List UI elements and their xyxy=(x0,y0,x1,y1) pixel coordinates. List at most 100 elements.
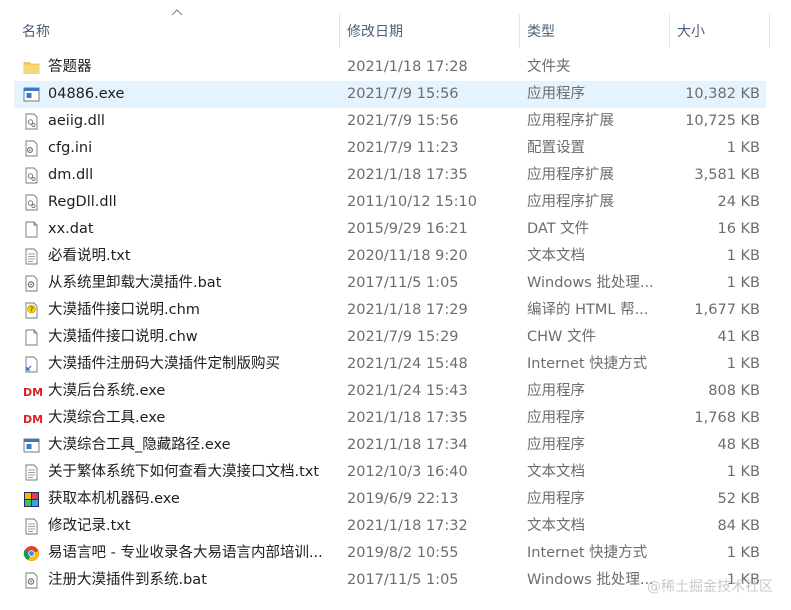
file-size: 48 KB xyxy=(717,437,760,453)
txt-icon xyxy=(23,518,40,535)
file-modified-date: 2012/10/3 16:40 xyxy=(347,464,468,480)
file-row[interactable]: cfg.ini 2021/7/9 11:23 配置设置 1 KB xyxy=(14,135,766,162)
file-modified-date: 2017/11/5 1:05 xyxy=(347,572,459,588)
file-type: 文本文档 xyxy=(527,464,585,480)
file-size: 3,581 KB xyxy=(694,167,760,183)
file-name: 关于繁体系统下如何查看大漠接口文档.txt xyxy=(48,464,320,480)
file-size: 1 KB xyxy=(726,275,760,291)
file-row[interactable]: 从系统里卸载大漠插件.bat 2017/11/5 1:05 Windows 批处理.… xyxy=(14,270,766,297)
file-type: 文本文档 xyxy=(527,248,585,264)
svg-text:?: ? xyxy=(30,306,34,314)
file-type: 应用程序 xyxy=(527,437,585,453)
file-row[interactable]: xx.dat 2015/9/29 16:21 DAT 文件 16 KB xyxy=(14,216,766,243)
dll-icon xyxy=(23,167,40,184)
file-modified-date: 2021/1/18 17:32 xyxy=(347,518,468,534)
column-header-size[interactable]: 大小 xyxy=(669,17,769,47)
file-type: 应用程序扩展 xyxy=(527,167,614,183)
folder-icon xyxy=(23,59,40,76)
file-name: 必看说明.txt xyxy=(48,248,131,264)
app-color-icon xyxy=(23,491,40,508)
file-row[interactable]: DM 大漠综合工具.exe 2021/1/18 17:35 应用程序 1,768 KB xyxy=(14,405,766,432)
file-name: 大漠综合工具.exe xyxy=(48,410,166,426)
file-size: 52 KB xyxy=(717,491,760,507)
txt-icon xyxy=(23,248,40,265)
file-type: 编译的 HTML 帮... xyxy=(527,302,649,318)
file-name: dm.dll xyxy=(48,167,94,183)
file-modified-date: 2019/8/2 10:55 xyxy=(347,545,459,561)
column-header-type[interactable]: 类型 xyxy=(519,17,669,47)
file-modified-date: 2021/7/9 11:23 xyxy=(347,140,459,156)
file-row[interactable]: 大漠插件接口说明.chw 2021/7/9 15:29 CHW 文件 41 KB xyxy=(14,324,766,351)
ini-icon xyxy=(23,140,40,157)
file-name: 大漠综合工具_隐藏路径.exe xyxy=(48,437,231,453)
file-row[interactable]: ? 大漠插件接口说明.chm 2021/1/18 17:29 编译的 HTML 帮..… xyxy=(14,297,766,324)
file-size: 1 KB xyxy=(726,356,760,372)
file-modified-date: 2021/7/9 15:56 xyxy=(347,113,459,129)
bat-icon xyxy=(23,275,40,292)
watermark: @稀土掘金技术社区 xyxy=(647,579,773,595)
file-type: Internet 快捷方式 xyxy=(527,356,648,372)
dll-icon xyxy=(23,194,40,211)
file-name: 从系统里卸载大漠插件.bat xyxy=(48,275,222,291)
file-row[interactable]: aeiig.dll 2021/7/9 15:56 应用程序扩展 10,725 KB xyxy=(14,108,766,135)
file-size: 1,768 KB xyxy=(694,410,760,426)
file-modified-date: 2017/11/5 1:05 xyxy=(347,275,459,291)
file-modified-date: 2020/11/18 9:20 xyxy=(347,248,468,264)
file-modified-date: 2021/7/9 15:29 xyxy=(347,329,459,345)
column-header-bar: 名称 修改日期 类型 大小 xyxy=(0,0,791,58)
file-name: 修改记录.txt xyxy=(48,518,131,534)
file-type: 应用程序 xyxy=(527,410,585,426)
file-size: 1,677 KB xyxy=(694,302,760,318)
file-name: RegDll.dll xyxy=(48,194,117,210)
file-name: 04886.exe xyxy=(48,86,125,102)
file-name: 注册大漠插件到系统.bat xyxy=(48,572,207,588)
exe-icon xyxy=(23,86,40,103)
file-row[interactable]: 易语言吧 - 专业收录各大易语言内部培训... 2019/8/2 10:55 Int… xyxy=(14,540,766,567)
file-name: 获取本机机器码.exe xyxy=(48,491,180,507)
file-name: 大漠插件注册码大漠插件定制版购买 xyxy=(48,356,280,372)
file-row[interactable]: 大漠插件注册码大漠插件定制版购买 2021/1/24 15:48 Internet … xyxy=(14,351,766,378)
file-row[interactable]: 大漠综合工具_隐藏路径.exe 2021/1/18 17:34 应用程序 48 KB xyxy=(14,432,766,459)
file-row[interactable]: DM 大漠后台系统.exe 2021/1/24 15:43 应用程序 808 KB xyxy=(14,378,766,405)
txt-icon xyxy=(23,464,40,481)
file-row[interactable]: dm.dll 2021/1/18 17:35 应用程序扩展 3,581 KB xyxy=(14,162,766,189)
column-header-name[interactable]: 名称 xyxy=(14,17,339,47)
file-modified-date: 2019/6/9 22:13 xyxy=(347,491,459,507)
file-modified-date: 2021/1/18 17:34 xyxy=(347,437,468,453)
file-size: 808 KB xyxy=(708,383,760,399)
column-divider[interactable] xyxy=(769,14,770,48)
file-row[interactable]: 04886.exe 2021/7/9 15:56 应用程序 10,382 KB xyxy=(14,81,766,108)
file-row[interactable]: 修改记录.txt 2021/1/18 17:32 文本文档 84 KB xyxy=(14,513,766,540)
file-name: 大漠后台系统.exe xyxy=(48,383,166,399)
file-type: 配置设置 xyxy=(527,140,585,156)
file-size: 16 KB xyxy=(717,221,760,237)
file-type: Windows 批处理... xyxy=(527,572,654,588)
file-row[interactable]: 必看说明.txt 2020/11/18 9:20 文本文档 1 KB xyxy=(14,243,766,270)
file-type: 应用程序扩展 xyxy=(527,194,614,210)
file-name: cfg.ini xyxy=(48,140,93,156)
file-name: aeiig.dll xyxy=(48,113,105,129)
file-size: 24 KB xyxy=(717,194,760,210)
file-type: 文件夹 xyxy=(527,59,571,75)
file-size: 84 KB xyxy=(717,518,760,534)
file-name: 大漠插件接口说明.chw xyxy=(48,329,198,345)
column-header-date[interactable]: 修改日期 xyxy=(339,17,519,47)
file-type: 应用程序扩展 xyxy=(527,113,614,129)
file-size: 10,725 KB xyxy=(685,113,760,129)
file-row[interactable]: RegDll.dll 2011/10/12 15:10 应用程序扩展 24 KB xyxy=(14,189,766,216)
file-modified-date: 2021/1/18 17:35 xyxy=(347,410,468,426)
file-type: 应用程序 xyxy=(527,86,585,102)
file-name: 易语言吧 - 专业收录各大易语言内部培训... xyxy=(48,545,323,561)
file-type: DAT 文件 xyxy=(527,221,590,237)
file-row[interactable]: 关于繁体系统下如何查看大漠接口文档.txt 2012/10/3 16:40 文本文档… xyxy=(14,459,766,486)
bat-icon xyxy=(23,572,40,589)
file-size: 1 KB xyxy=(726,545,760,561)
file-size: 10,382 KB xyxy=(685,86,760,102)
file-size: 1 KB xyxy=(726,248,760,264)
file-row[interactable]: 答题器 2021/1/18 17:28 文件夹 xyxy=(14,54,766,81)
file-modified-date: 2021/1/24 15:43 xyxy=(347,383,468,399)
file-row[interactable]: 获取本机机器码.exe 2019/6/9 22:13 应用程序 52 KB xyxy=(14,486,766,513)
file-modified-date: 2021/1/24 15:48 xyxy=(347,356,468,372)
chm-icon: ? xyxy=(23,302,40,319)
file-modified-date: 2021/1/18 17:28 xyxy=(347,59,468,75)
